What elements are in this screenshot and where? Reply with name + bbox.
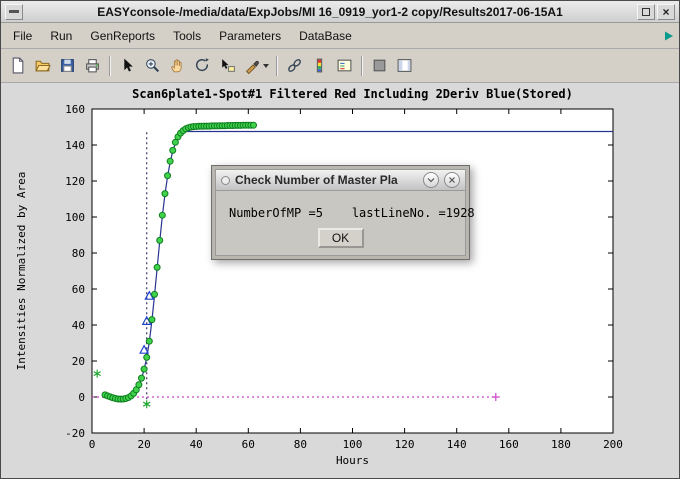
ok-button[interactable]: OK (318, 228, 364, 248)
svg-text:140: 140 (65, 139, 85, 152)
svg-text:0: 0 (89, 438, 96, 451)
data-cursor-icon[interactable] (215, 53, 240, 78)
svg-text:120: 120 (65, 175, 85, 188)
dialog-window-icon (221, 176, 230, 185)
maximize-button[interactable] (637, 4, 655, 20)
dialog-message: NumberOfMP =5 lastLineNo. =1928 (229, 206, 475, 220)
plottools-show-icon[interactable] (392, 53, 417, 78)
toolbar-separator (276, 56, 278, 76)
svg-text:60: 60 (242, 438, 255, 451)
menu-database[interactable]: DataBase (290, 24, 361, 48)
plottools-hide-icon[interactable] (367, 53, 392, 78)
svg-text:100: 100 (343, 438, 363, 451)
rotate-3d-icon[interactable] (190, 53, 215, 78)
svg-text:160: 160 (65, 103, 85, 116)
svg-text:Hours: Hours (336, 454, 369, 467)
toolbar-separator (361, 56, 363, 76)
edit-plot-arrow-icon[interactable] (115, 53, 140, 78)
svg-text:0: 0 (78, 391, 85, 404)
svg-text:Intensities Normalized by Area: Intensities Normalized by Area (15, 172, 28, 371)
zoom-in-icon[interactable] (140, 53, 165, 78)
svg-text:40: 40 (72, 319, 85, 332)
dialog-titlebar[interactable]: Check Number of Master Pla (215, 169, 466, 191)
chart-canvas: 0 20 40 60 80 100 120 140 160 180 200 -20 0 20 40 60 80 1… (1, 83, 679, 478)
svg-text:80: 80 (72, 247, 85, 260)
titlebar: EASYconsole-/media/data/ExpJobs/MI 16_09… (1, 1, 679, 23)
window-title: EASYconsole-/media/data/ExpJobs/MI 16_09… (24, 5, 636, 19)
menu-genreports[interactable]: GenReports (81, 24, 164, 48)
insert-colorbar-icon[interactable] (307, 53, 332, 78)
open-icon[interactable] (30, 53, 55, 78)
link-plots-icon[interactable] (282, 53, 307, 78)
svg-text:80: 80 (294, 438, 307, 451)
menu-tools[interactable]: Tools (164, 24, 210, 48)
window-menu-icon (9, 10, 19, 13)
svg-text:200: 200 (603, 438, 623, 451)
dialog-title: Check Number of Master Pla (235, 173, 418, 187)
toolbar-separator (109, 56, 111, 76)
maximize-icon (642, 8, 650, 16)
dialog-body: NumberOfMP =5 lastLineNo. =1928 OK (215, 191, 466, 256)
dialog-close-button[interactable] (444, 172, 460, 188)
save-icon[interactable] (55, 53, 80, 78)
menu-run[interactable]: Run (41, 24, 81, 48)
svg-text:120: 120 (395, 438, 415, 451)
dialog-check-number: Check Number of Master Pla NumberOfMP =5… (211, 165, 470, 260)
insert-legend-icon[interactable] (332, 53, 357, 78)
figure-area: 0 20 40 60 80 100 120 140 160 180 200 -20 0 20 40 60 80 1… (1, 83, 679, 478)
svg-text:160: 160 (499, 438, 519, 451)
close-button[interactable]: × (657, 4, 675, 20)
svg-text:40: 40 (190, 438, 203, 451)
svg-text:20: 20 (72, 355, 85, 368)
brush-icon[interactable] (240, 53, 272, 78)
close-icon: × (662, 5, 669, 19)
svg-text:Scan6plate1-Spot#1 Filtered Re: Scan6plate1-Spot#1 Filtered Red Includin… (132, 87, 573, 101)
menu-overflow-icon[interactable] (661, 28, 677, 44)
svg-text:180: 180 (551, 438, 571, 451)
new-icon[interactable] (5, 53, 30, 78)
menu-file[interactable]: File (4, 24, 41, 48)
menu-parameters[interactable]: Parameters (210, 24, 290, 48)
app-window: EASYconsole-/media/data/ExpJobs/MI 16_09… (0, 0, 680, 479)
print-icon[interactable] (80, 53, 105, 78)
svg-text:-20: -20 (65, 427, 85, 440)
svg-text:20: 20 (137, 438, 150, 451)
svg-text:100: 100 (65, 211, 85, 224)
menubar: File Run GenReports Tools Parameters Dat… (1, 23, 679, 49)
svg-text:140: 140 (447, 438, 467, 451)
pan-hand-icon[interactable] (165, 53, 190, 78)
dialog-shade-button[interactable] (423, 172, 439, 188)
brush-dropdown-icon[interactable] (263, 64, 269, 68)
svg-text:60: 60 (72, 283, 85, 296)
toolbar (1, 49, 679, 83)
window-menu-button[interactable] (5, 4, 23, 20)
